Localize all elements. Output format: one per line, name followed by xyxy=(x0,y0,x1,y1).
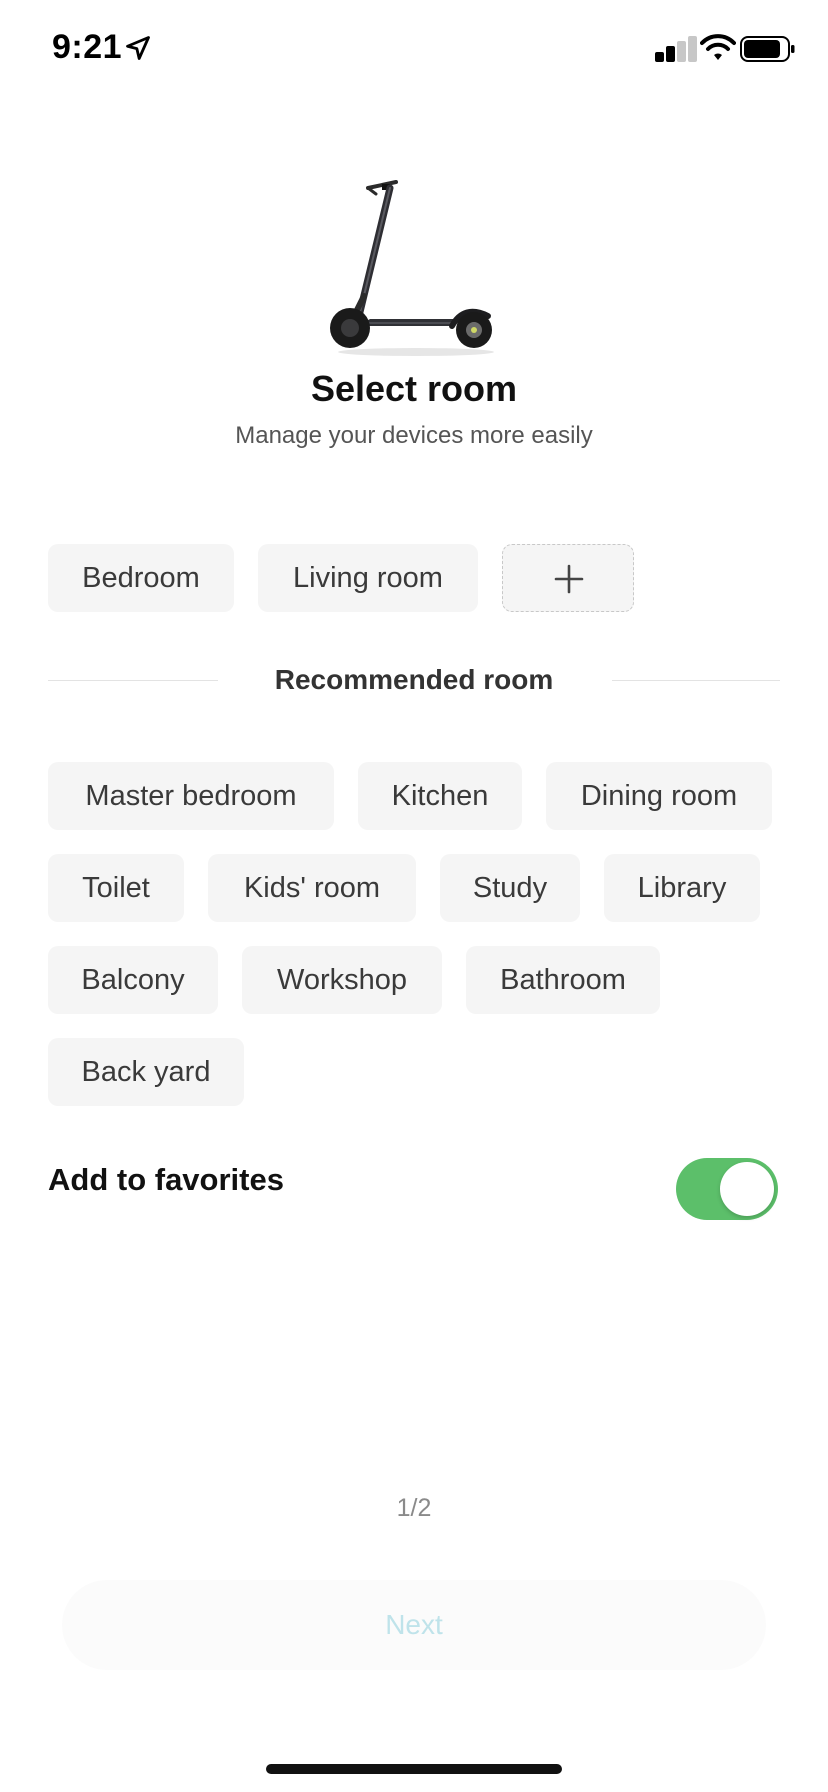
scooter-image xyxy=(330,180,494,356)
recommended-chip[interactable]: Bathroom xyxy=(466,946,660,1014)
recommended-chip[interactable]: Back yard xyxy=(48,1038,244,1106)
toggle-knob xyxy=(720,1162,774,1216)
plus-icon xyxy=(554,564,584,594)
signal-icon xyxy=(655,36,697,62)
recommended-chip[interactable]: Master bedroom xyxy=(48,762,334,830)
page-title: Select room xyxy=(310,368,518,409)
recommended-chip[interactable]: Kitchen xyxy=(358,762,522,830)
recommended-chip[interactable]: Workshop xyxy=(242,946,442,1014)
recommended-chip[interactable]: Dining room xyxy=(546,762,772,830)
page-indicator: 1/2 xyxy=(396,1494,432,1522)
page-subtitle: Manage your devices more easily xyxy=(235,422,593,449)
home-indicator xyxy=(266,1764,562,1774)
recommended-chip[interactable]: Kids' room xyxy=(208,854,416,922)
section-divider-right xyxy=(612,680,780,681)
battery-icon xyxy=(740,36,795,62)
recommended-chip[interactable]: Library xyxy=(604,854,760,922)
add-to-favorites-label: Add to favorites xyxy=(48,1162,284,1197)
recommended-chip[interactable]: Toilet xyxy=(48,854,184,922)
add-room-button[interactable] xyxy=(502,544,634,612)
recommended-chip[interactable]: Study xyxy=(440,854,580,922)
status-time: 9:21 xyxy=(52,28,123,66)
location-arrow-icon xyxy=(126,36,150,60)
recommended-chip[interactable]: Balcony xyxy=(48,946,218,1014)
wifi-icon xyxy=(700,34,736,60)
room-chip-bedroom[interactable]: Bedroom xyxy=(48,544,234,612)
room-chip-living-room[interactable]: Living room xyxy=(258,544,478,612)
next-button[interactable]: Next xyxy=(62,1580,766,1670)
status-bar: 9:21 xyxy=(0,0,828,100)
favorites-toggle[interactable] xyxy=(676,1158,778,1220)
